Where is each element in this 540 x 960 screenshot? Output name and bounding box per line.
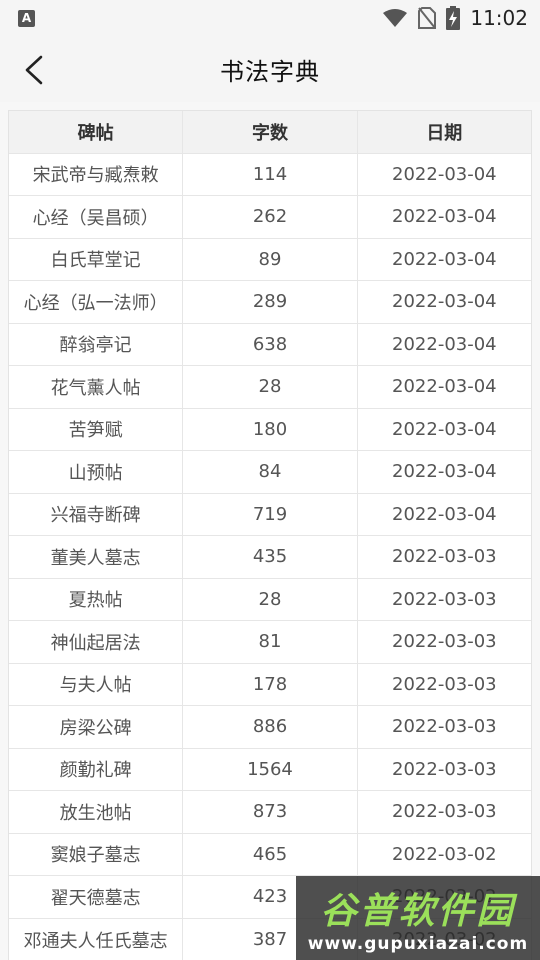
stele-name: 夏热帖 xyxy=(9,578,184,620)
stele-name: 房梁公碑 xyxy=(9,706,184,748)
chevron-left-icon xyxy=(25,55,43,85)
app-notification-icon: A xyxy=(18,9,35,27)
date: 2022-03-03 xyxy=(392,631,497,653)
table-row[interactable]: 放生池帖 873 2022-03-03 xyxy=(9,791,531,834)
char-count: 28 xyxy=(183,578,358,620)
stele-name: 窦娘子墓志 xyxy=(9,833,184,875)
date: 2022-03-02 xyxy=(392,843,497,865)
no-sim-icon xyxy=(418,7,437,29)
char-count: 465 xyxy=(183,833,358,875)
table-row[interactable]: 花气薰人帖 28 2022-03-04 xyxy=(9,366,531,409)
table-row[interactable]: 颜勤礼碑 1564 2022-03-03 xyxy=(9,748,531,791)
char-count: 84 xyxy=(183,451,358,493)
date: 2022-03-04 xyxy=(392,376,497,398)
back-button[interactable] xyxy=(14,50,54,90)
table-header: 碑帖 字数 日期 xyxy=(9,111,531,154)
char-count: 886 xyxy=(183,706,358,748)
stele-name: 神仙起居法 xyxy=(9,621,184,663)
table-row[interactable]: 兴福寺断碑 719 2022-03-04 xyxy=(9,493,531,536)
stele-name: 苦笋赋 xyxy=(9,408,184,450)
char-count: 89 xyxy=(183,238,358,280)
app-bar: 书法字典 xyxy=(0,36,540,102)
char-count: 262 xyxy=(183,196,358,238)
table-row[interactable]: 董美人墓志 435 2022-03-03 xyxy=(9,536,531,579)
date: 2022-03-04 xyxy=(392,461,497,483)
site-watermark: 谷普软件园 www.gupuxiazai.com xyxy=(296,876,540,960)
char-count: 178 xyxy=(183,663,358,705)
stele-name: 邓通夫人任氏墓志 xyxy=(9,918,184,960)
table-row[interactable]: 房梁公碑 886 2022-03-03 xyxy=(9,706,531,749)
stele-name: 放生池帖 xyxy=(9,791,184,833)
char-count: 873 xyxy=(183,791,358,833)
watermark-logo-text: 谷普软件园 xyxy=(320,891,516,932)
char-count: 81 xyxy=(183,621,358,663)
date: 2022-03-03 xyxy=(392,588,497,610)
stele-name: 山预帖 xyxy=(9,451,184,493)
date: 2022-03-04 xyxy=(392,333,497,355)
date: 2022-03-03 xyxy=(392,673,497,695)
status-time: 11:02 xyxy=(470,6,528,30)
table-row[interactable]: 白氏草堂记 89 2022-03-04 xyxy=(9,238,531,281)
date: 2022-03-04 xyxy=(392,163,497,185)
table-row[interactable]: 心经（吴昌硕） 262 2022-03-04 xyxy=(9,196,531,239)
stele-name: 白氏草堂记 xyxy=(9,238,184,280)
stele-name: 颜勤礼碑 xyxy=(9,748,184,790)
date: 2022-03-04 xyxy=(392,206,497,228)
table-row[interactable]: 心经（弘一法师） 289 2022-03-04 xyxy=(9,281,531,324)
date: 2022-03-04 xyxy=(392,418,497,440)
char-count: 1564 xyxy=(183,748,358,790)
header-char-count: 字数 xyxy=(183,111,358,153)
char-count: 435 xyxy=(183,536,358,578)
table-row[interactable]: 醉翁亭记 638 2022-03-04 xyxy=(9,323,531,366)
header-stele: 碑帖 xyxy=(9,111,184,153)
stele-name: 宋武帝与臧焘敕 xyxy=(9,153,184,195)
stele-name: 心经（弘一法师） xyxy=(9,281,184,323)
char-count: 719 xyxy=(183,493,358,535)
stele-table: 碑帖 字数 日期 宋武帝与臧焘敕 114 2022-03-04 心经（吴昌硕） 262… xyxy=(8,110,532,960)
header-date: 日期 xyxy=(426,122,463,144)
date: 2022-03-04 xyxy=(392,248,497,270)
stele-name: 兴福寺断碑 xyxy=(9,493,184,535)
date: 2022-03-03 xyxy=(392,758,497,780)
status-bar: A 11:02 xyxy=(0,0,540,36)
watermark-url: www.gupuxiazai.com xyxy=(307,934,529,954)
table-row[interactable]: 夏热帖 28 2022-03-03 xyxy=(9,578,531,621)
page-title: 书法字典 xyxy=(220,57,320,86)
stele-name: 董美人墓志 xyxy=(9,536,184,578)
stele-name: 翟天德墓志 xyxy=(9,876,184,918)
date: 2022-03-03 xyxy=(392,546,497,568)
battery-charging-icon xyxy=(446,6,461,30)
table-row[interactable]: 神仙起居法 81 2022-03-03 xyxy=(9,621,531,664)
char-count: 638 xyxy=(183,323,358,365)
wifi-icon xyxy=(383,9,408,27)
table-row[interactable]: 与夫人帖 178 2022-03-03 xyxy=(9,663,531,706)
date: 2022-03-03 xyxy=(392,716,497,738)
table-row[interactable]: 宋武帝与臧焘敕 114 2022-03-04 xyxy=(9,153,531,196)
date: 2022-03-03 xyxy=(392,801,497,823)
stele-name: 心经（吴昌硕） xyxy=(9,196,184,238)
date: 2022-03-04 xyxy=(392,291,497,313)
stele-name: 花气薰人帖 xyxy=(9,366,184,408)
stele-name: 与夫人帖 xyxy=(9,663,184,705)
table-row[interactable]: 窦娘子墓志 465 2022-03-02 xyxy=(9,833,531,876)
char-count: 114 xyxy=(183,153,358,195)
stele-name: 醉翁亭记 xyxy=(9,323,184,365)
table-row[interactable]: 山预帖 84 2022-03-04 xyxy=(9,451,531,494)
date: 2022-03-04 xyxy=(392,503,497,525)
char-count: 180 xyxy=(183,408,358,450)
char-count: 28 xyxy=(183,366,358,408)
char-count: 289 xyxy=(183,281,358,323)
table-row[interactable]: 苦笋赋 180 2022-03-04 xyxy=(9,408,531,451)
